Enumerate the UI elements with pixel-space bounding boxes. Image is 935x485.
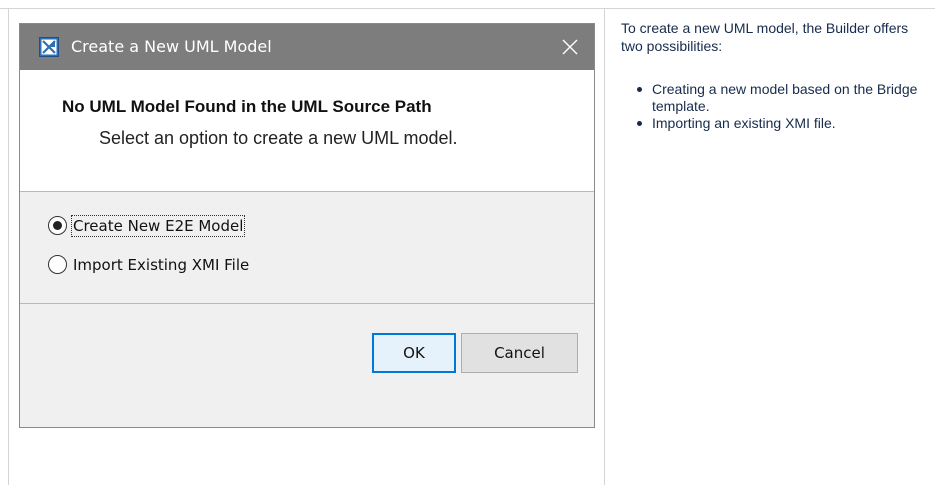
cancel-button[interactable]: Cancel (461, 333, 578, 373)
option-import-existing-xmi[interactable]: Import Existing XMI File (48, 255, 249, 274)
list-item: Importing an existing XMI file. (621, 115, 935, 132)
close-icon[interactable] (556, 33, 584, 61)
option-create-new-e2e-model[interactable]: Create New E2E Model (48, 214, 246, 237)
radio-button[interactable] (48, 255, 67, 274)
dialog-titlebar: Create a New UML Model (20, 24, 594, 70)
options-panel: Create New E2E Model Import Existing XMI… (20, 192, 594, 304)
content-table: Create a New UML Model No UML Model Foun… (0, 8, 935, 485)
app-icon (39, 37, 59, 57)
radio-button-selected[interactable] (48, 216, 67, 235)
ok-button[interactable]: OK (372, 333, 456, 373)
create-uml-model-dialog: Create a New UML Model No UML Model Foun… (19, 23, 595, 428)
radio-dot (53, 221, 62, 230)
screenshot-cell: Create a New UML Model No UML Model Foun… (8, 9, 605, 485)
list-item: Creating a new model based on the Bridge… (621, 81, 935, 115)
intro-text: To create a new UML model, the Builder o… (621, 20, 909, 54)
description-cell: To create a new UML model, the Builder o… (606, 9, 935, 485)
option-label: Create New E2E Model (70, 214, 246, 237)
dialog-header-panel: No UML Model Found in the UML Source Pat… (20, 70, 594, 192)
dialog-heading: No UML Model Found in the UML Source Pat… (62, 97, 432, 116)
dialog-title: Create a New UML Model (71, 37, 272, 56)
button-panel: OK Cancel (20, 305, 594, 427)
possibilities-list: Creating a new model based on the Bridge… (621, 81, 935, 132)
option-label: Import Existing XMI File (73, 255, 250, 274)
dialog-description: Select an option to create a new UML mod… (99, 128, 458, 148)
